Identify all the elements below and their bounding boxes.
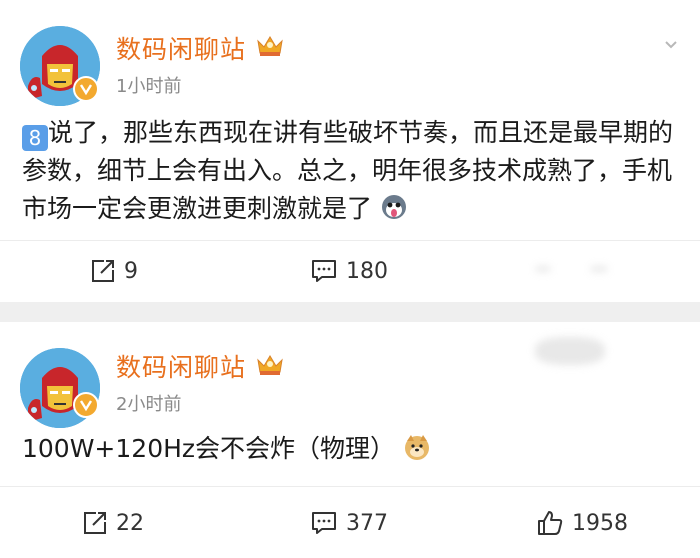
post-time: 2小时前 bbox=[116, 394, 182, 415]
post-time: 1小时前 bbox=[116, 76, 182, 97]
keycap-8-icon: 8 bbox=[22, 125, 48, 151]
post-text-content: 100W+120Hz会不会炸（物理） bbox=[22, 434, 396, 463]
comment-button[interactable]: 180 bbox=[310, 241, 388, 301]
like-icon bbox=[538, 511, 563, 535]
comment-icon bbox=[312, 260, 336, 282]
username[interactable]: 数码闲聊站 bbox=[116, 30, 246, 66]
comment-count: 377 bbox=[346, 510, 388, 536]
crown-badge-icon bbox=[257, 36, 283, 56]
crown-badge-icon bbox=[257, 355, 283, 375]
verified-badge-icon bbox=[73, 392, 99, 418]
repost-button[interactable]: 22 bbox=[82, 487, 144, 558]
comment-count: 180 bbox=[346, 258, 388, 284]
post-text-content: 说了，那些东西现在讲有些破坏节奏，而且还是最早期的参数，细节上会有出入。总之，明… bbox=[22, 118, 674, 223]
post-text: 100W+120Hz会不会炸（物理） bbox=[22, 430, 682, 468]
repost-count: 22 bbox=[116, 510, 144, 536]
username[interactable]: 数码闲聊站 bbox=[116, 348, 246, 384]
doge-emoji-icon bbox=[404, 435, 429, 460]
husky-emoji-icon bbox=[381, 195, 406, 219]
repost-icon bbox=[84, 512, 106, 534]
comment-button[interactable]: 377 bbox=[310, 487, 388, 558]
repost-count: 9 bbox=[124, 258, 138, 284]
action-bar: 22 377 1958 bbox=[0, 486, 700, 558]
post-card-1: 数码闲聊站 1小时前 8 说了，那些东西现在讲有些破坏节奏，而且还是最早期的参数，… bbox=[0, 0, 700, 302]
blurred-area bbox=[535, 337, 605, 365]
post-text: 8 说了，那些东西现在讲有些破坏节奏，而且还是最早期的参数，细节上会有出入。总之，… bbox=[22, 114, 682, 228]
like-button[interactable]: 1958 bbox=[536, 487, 628, 558]
action-bar: 9 180 bbox=[0, 240, 700, 300]
chevron-down-icon[interactable] bbox=[664, 40, 678, 50]
blurred-area bbox=[590, 266, 608, 272]
post-card-2: 数码闲聊站 2小时前 100W+120Hz会不会炸（物理） 22 377 195… bbox=[0, 322, 700, 558]
repost-button[interactable]: 9 bbox=[90, 241, 138, 301]
verified-badge-icon bbox=[73, 76, 99, 102]
blurred-area bbox=[535, 266, 551, 272]
comment-icon bbox=[312, 512, 336, 534]
repost-icon bbox=[92, 260, 114, 282]
like-count: 1958 bbox=[572, 510, 628, 536]
